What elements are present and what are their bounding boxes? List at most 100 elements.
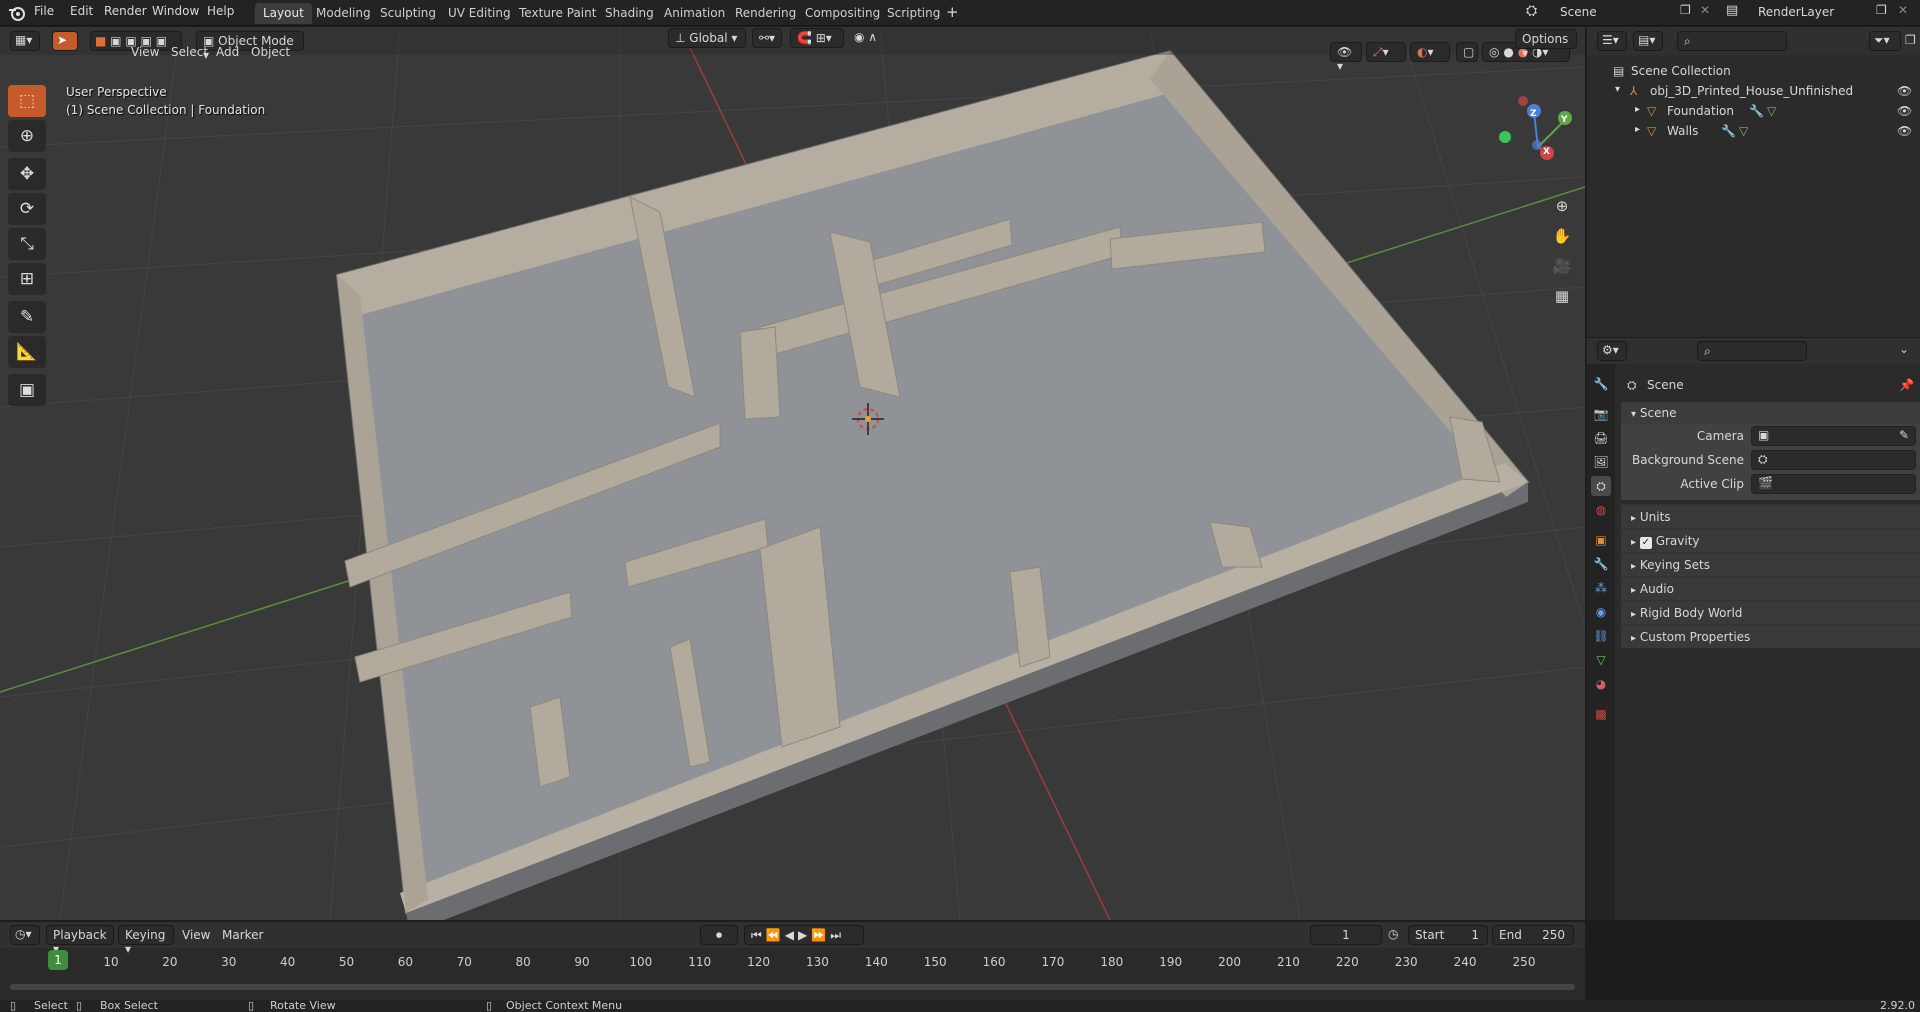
pivot-point-icon[interactable]: ⚯▾ [752, 28, 782, 48]
camera-view-icon[interactable]: 🎥 [1549, 253, 1575, 279]
blender-logo-icon[interactable] [8, 4, 26, 22]
timeline-menu-view[interactable]: View [182, 928, 210, 942]
jump-end-icon[interactable]: ⏭ [830, 928, 845, 942]
menu-render[interactable]: Render [104, 4, 147, 18]
prev-keyframe-icon[interactable]: ⏪ [766, 928, 785, 942]
viewport-menu-view[interactable]: View [131, 45, 159, 59]
solid-shading-icon[interactable]: ● [1503, 45, 1513, 59]
mesh-data-icon[interactable]: ▽ [1739, 124, 1748, 138]
jump-start-icon[interactable]: ⏮ [751, 928, 766, 942]
play-reverse-icon[interactable]: ◀ [785, 928, 798, 942]
playback-controls[interactable]: ⏮⏪◀▶⏩⏭ [744, 925, 864, 945]
mesh-data-icon[interactable]: ▽ [1767, 104, 1776, 118]
rigid-body-world-panel[interactable]: ▸ Rigid Body World [1621, 600, 1920, 624]
display-mode-icon[interactable]: ▤▾ [1633, 31, 1663, 51]
view-layer-tab-icon[interactable]: 🖼 [1591, 452, 1611, 472]
timeline-scrollbar[interactable] [10, 984, 1575, 990]
delete-layer-icon[interactable]: ✕ [1898, 3, 1908, 17]
transform-tool-icon[interactable]: ⊞ [8, 263, 46, 295]
menu-file[interactable]: File [34, 4, 54, 18]
preview-range-icon[interactable]: ◷ [1388, 927, 1398, 941]
timeline[interactable]: ◷▾ Playback ▾ Keying ▾ View Marker ⏺ ⏮⏪◀… [0, 922, 1585, 1000]
visibility-eye-icon[interactable]: 👁 [1897, 84, 1912, 98]
scene-tab-icon[interactable]: ⛭ [1591, 476, 1611, 496]
options-chevron-icon[interactable]: ⌄ [1899, 342, 1909, 356]
gravity-checkbox[interactable]: ✓ [1639, 537, 1652, 549]
editor-type-button[interactable]: ▦▾ [10, 31, 40, 51]
tree-row-foundation[interactable]: ▸ ▽ Foundation 🔧 ▽ 👁 [1587, 101, 1920, 121]
background-scene-field[interactable]: ⛭ [1751, 450, 1916, 470]
viewport-menu-select[interactable]: Select [171, 45, 208, 59]
start-frame-field[interactable]: Start 1 [1408, 925, 1488, 945]
snapping-icon[interactable]: 🧲 ⊞▾ [790, 28, 844, 48]
wireframe-shading-icon[interactable]: ◎ [1489, 45, 1499, 59]
select-tool-icon[interactable]: ➤ [52, 31, 78, 51]
scene-selector-icon[interactable]: ⛭ [1526, 3, 1537, 19]
gizmos-icon[interactable]: ⤢▾ [1366, 42, 1406, 62]
workspace-tab-uv-editing[interactable]: UV Editing [440, 3, 519, 24]
navigation-gizmo[interactable] [1499, 96, 1572, 160]
viewport-scene[interactable] [0, 27, 1585, 920]
workspace-tab-shading[interactable]: Shading [597, 3, 662, 24]
pin-icon[interactable]: 📌 [1899, 378, 1914, 392]
pan-hand-icon[interactable]: ✋ [1549, 223, 1575, 249]
current-frame-field[interactable]: 1 [1310, 925, 1382, 945]
material-tab-icon[interactable]: ◕ [1591, 674, 1611, 694]
eyedropper-icon[interactable]: ✎ [1899, 428, 1909, 442]
workspace-tab-sculpting[interactable]: Sculpting [372, 3, 444, 24]
ortho-grid-icon[interactable]: ▦ [1549, 283, 1575, 309]
new-scene-icon[interactable]: ❐ [1680, 3, 1691, 17]
active-clip-field[interactable]: 🎬 [1751, 474, 1916, 494]
viewport-menu-object[interactable]: Object [251, 45, 290, 59]
visibility-eye-icon[interactable]: 👁 [1897, 104, 1912, 118]
viewport-menu-add[interactable]: Add [216, 45, 239, 59]
current-frame-indicator[interactable]: 1 [48, 950, 68, 970]
tool-tab-icon[interactable]: 🔧 [1591, 374, 1611, 394]
timeline-editor-type-icon[interactable]: ◷▾ [10, 925, 40, 945]
view-layer-icon[interactable]: ▤ [1726, 3, 1738, 18]
workspace-tab-texture-paint[interactable]: Texture Paint [511, 3, 604, 24]
outliner-editor-type-icon[interactable]: ☰▾ [1597, 31, 1627, 51]
xray-icon[interactable]: ▢ [1456, 42, 1478, 62]
select-new-icon[interactable]: ■ [95, 34, 106, 48]
visibility-eye-icon[interactable]: 👁 [1897, 124, 1912, 138]
filter-icon[interactable]: ⏷▾ [1869, 31, 1901, 51]
audio-panel[interactable]: ▸ Audio [1621, 576, 1920, 600]
move-tool-icon[interactable]: ✥ [8, 158, 46, 190]
units-panel[interactable]: ▸ Units [1621, 504, 1920, 528]
expand-chevron-icon[interactable]: ▸ [1635, 124, 1640, 135]
camera-field[interactable]: ▣ ✎ [1751, 426, 1916, 446]
menu-window[interactable]: Window [152, 4, 199, 18]
zoom-icon[interactable]: ⊕ [1549, 193, 1575, 219]
rotate-tool-icon[interactable]: ⟳ [8, 193, 46, 225]
output-tab-icon[interactable]: 🖨 [1591, 428, 1611, 448]
particles-tab-icon[interactable]: ⁂ [1591, 578, 1611, 598]
select-box-tool-icon[interactable]: ⬚ [8, 85, 46, 117]
select-extend-icon[interactable]: ▣ [110, 34, 121, 48]
playback-menu[interactable]: Playback ▾ [46, 925, 114, 956]
3d-viewport[interactable]: Z Y X ▦▾ ➤ ■ ▣ ▣ ▣ ▣ ▣ Object Mode ▾ Vie… [0, 27, 1585, 920]
menu-edit[interactable]: Edit [70, 4, 93, 18]
add-workspace-icon[interactable]: + [946, 3, 959, 21]
custom-properties-panel[interactable]: ▸ Custom Properties [1621, 624, 1920, 648]
end-frame-field[interactable]: End 250 [1492, 925, 1574, 945]
overlays-icon[interactable]: ◐▾ [1410, 42, 1450, 62]
tree-row-walls[interactable]: ▸ ▽ Walls 🔧 ▽ 👁 [1587, 121, 1920, 141]
render-tab-icon[interactable]: 📷 [1591, 404, 1611, 424]
annotate-tool-icon[interactable]: ✎ [8, 301, 46, 333]
expand-chevron-icon[interactable]: ▸ [1635, 104, 1640, 115]
texture-tab-icon[interactable]: ▩ [1591, 704, 1611, 724]
properties-search-input[interactable]: ⌕ [1697, 341, 1807, 361]
modifier-wrench-icon[interactable]: 🔧 [1721, 124, 1736, 138]
menu-help[interactable]: Help [207, 4, 234, 18]
delete-scene-icon[interactable]: ✕ [1700, 3, 1710, 17]
timeline-menu-marker[interactable]: Marker [222, 928, 263, 942]
proportional-edit-icon[interactable]: ◉ ∧ [848, 28, 896, 48]
workspace-tab-animation[interactable]: Animation [656, 3, 733, 24]
constraints-tab-icon[interactable]: ⛓ [1591, 626, 1611, 646]
object-tab-icon[interactable]: ▣ [1591, 530, 1611, 550]
outliner-search-input[interactable]: ⌕ [1677, 31, 1787, 51]
next-keyframe-icon[interactable]: ⏩ [811, 928, 830, 942]
record-button[interactable]: ⏺ [700, 925, 738, 945]
keying-menu[interactable]: Keying ▾ [118, 925, 174, 956]
